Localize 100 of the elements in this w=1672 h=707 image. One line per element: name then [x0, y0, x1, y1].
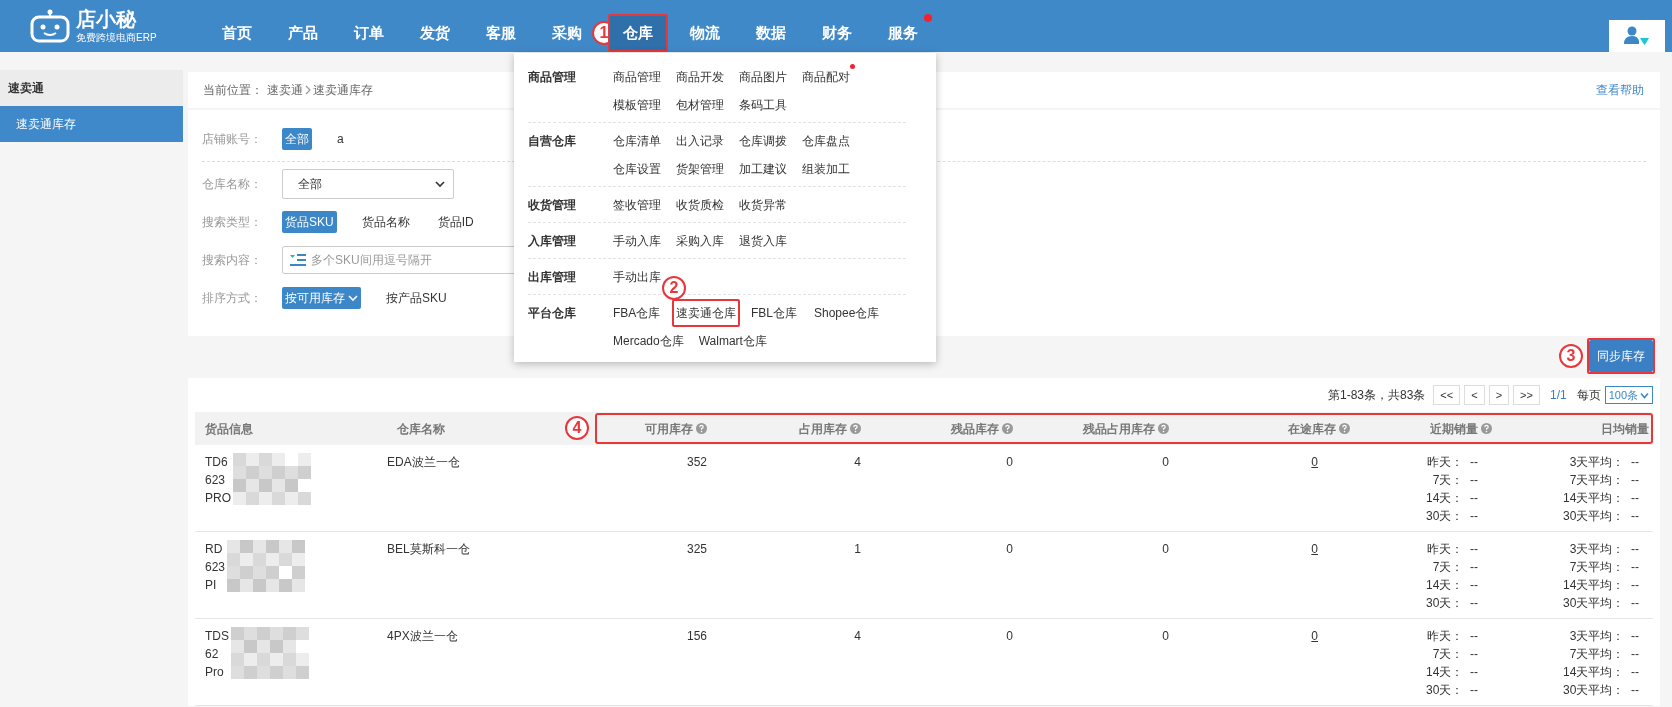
menu-item[interactable]: Mercado仓库 [611, 329, 686, 353]
menu-item[interactable]: 货架管理 [674, 157, 726, 181]
menu-item[interactable]: Shopee仓库 [812, 301, 882, 325]
sales-stat: 14天： -- [1425, 490, 1479, 507]
sales-stat: 14天平均： -- [1562, 577, 1640, 594]
sku-text: TDS [205, 628, 229, 645]
table-cell-text: 4 [853, 454, 861, 471]
filter-option[interactable]: 货品ID [434, 211, 477, 233]
menu-group-title: 自营仓库 [528, 133, 577, 150]
menu-item[interactable]: 采购入库 [674, 229, 726, 253]
warehouse-cell-text: EDA波兰一仓 [387, 454, 461, 471]
nav-tab[interactable]: 首页 [218, 14, 256, 52]
sku-text: RD [205, 541, 224, 558]
nav-tab[interactable]: 采购 [548, 14, 586, 52]
page-button[interactable]: << [1433, 384, 1461, 406]
nav-tab[interactable]: 仓库 [610, 16, 666, 50]
column-header: 货品信息 [205, 420, 253, 438]
menu-item[interactable]: Walmart仓库 [696, 329, 769, 353]
menu-item[interactable]: 签收管理 [611, 193, 663, 217]
nav-tab[interactable]: 数据 [752, 14, 790, 52]
sku-text: PI [205, 577, 218, 594]
menu-item[interactable]: 条码工具 [737, 93, 789, 117]
menu-item[interactable]: 加工建议 [737, 157, 789, 181]
filter-label: 店铺账号： [202, 131, 263, 148]
menu-item[interactable]: 仓库清单 [611, 129, 663, 153]
menu-item[interactable]: 仓库调拨 [737, 129, 789, 153]
in-transit-link[interactable]: 0 [1311, 455, 1350, 469]
filter-option[interactable]: 全部 [282, 128, 312, 150]
menu-group-title: 收货管理 [528, 197, 577, 214]
column-header: 残品占用库存 [1083, 420, 1155, 438]
menu-item[interactable]: 商品配对 [800, 65, 852, 89]
menu-item[interactable]: 商品开发 [674, 65, 726, 89]
menu-item[interactable]: 商品图片 [737, 65, 789, 89]
sales-stat: 14天： -- [1425, 577, 1479, 594]
menu-item[interactable]: 手动入库 [611, 229, 663, 253]
nav-tab[interactable]: 产品 [284, 14, 322, 52]
menu-item[interactable]: 仓库盘点 [800, 129, 852, 153]
nav-tab[interactable]: 订单 [350, 14, 388, 52]
nav-tab[interactable]: 客服 [482, 14, 520, 52]
menu-item[interactable]: 速卖通仓库 [674, 301, 738, 325]
sales-stat: 30天平均： -- [1562, 682, 1640, 699]
help-link[interactable]: 查看帮助 [1596, 81, 1644, 99]
filter-option[interactable]: 按产品SKU [383, 287, 450, 309]
menu-group-title: 出库管理 [528, 269, 577, 286]
sync-button[interactable]: 同步库存 [1589, 340, 1653, 372]
menu-item[interactable]: FBL仓库 [749, 301, 801, 325]
sales-stat: 7天平均： -- [1568, 559, 1640, 576]
table-cell-text: 156 [685, 628, 707, 645]
in-transit-link[interactable]: 0 [1311, 542, 1350, 556]
sales-stat: 7天： -- [1431, 559, 1479, 576]
sales-stat: 3天平均： -- [1568, 628, 1640, 645]
chevron-right-icon [303, 85, 313, 95]
page-button[interactable]: > [1488, 384, 1510, 406]
sku-text: 62 [205, 646, 220, 663]
menu-item[interactable]: 退货入库 [737, 229, 789, 253]
sales-stat: 7天平均： -- [1568, 472, 1640, 489]
nav-tab[interactable]: 物流 [686, 14, 724, 52]
table-cell-text: 1 [853, 541, 861, 558]
in-transit-link[interactable]: 0 [1311, 629, 1350, 643]
menu-item[interactable]: 手动出库 [611, 265, 663, 289]
sidebar-item[interactable]: 速卖通库存 [0, 106, 183, 142]
nav-tab[interactable]: 财务 [818, 14, 856, 52]
filter-option[interactable]: 按可用库存 [282, 287, 361, 309]
callout-number: 4 [565, 416, 589, 440]
chevron-down-icon [1640, 391, 1649, 399]
nav-tab[interactable]: 发货 [416, 14, 454, 52]
select-field[interactable]: 全部 [282, 169, 454, 199]
sku-text: PRO [205, 490, 231, 507]
table-cell-text: 0 [1161, 454, 1169, 471]
menu-item[interactable]: 模板管理 [611, 93, 663, 117]
filter-option[interactable]: a [334, 128, 347, 150]
menu-item[interactable]: 组装加工 [800, 157, 852, 181]
menu-item[interactable]: 出入记录 [674, 129, 726, 153]
column-header: 占用库存 [799, 420, 847, 438]
user-tab[interactable] [1609, 20, 1665, 52]
menu-group-title: 平台仓库 [528, 305, 577, 322]
warehouse-cell-text: BEL莫斯科一仓 [387, 541, 471, 558]
nav-tab[interactable]: 服务 [884, 14, 922, 52]
menu-group-title: 入库管理 [528, 233, 577, 250]
menu-item[interactable]: FBA仓库 [611, 301, 663, 325]
per-page-select[interactable]: 100条 [1604, 385, 1653, 405]
filter-label: 搜索内容： [202, 252, 263, 269]
page-button[interactable]: >> [1513, 384, 1540, 406]
per-page-label: 每页 [1576, 387, 1601, 404]
breadcrumb-item[interactable]: 速卖通 [267, 81, 303, 99]
table-cell-text: 4 [853, 628, 861, 645]
filter-option[interactable]: 货品名称 [358, 211, 413, 233]
filter-option[interactable]: 货品SKU [282, 211, 337, 233]
menu-item[interactable]: 仓库设置 [611, 157, 663, 181]
menu-item[interactable]: 商品管理 [611, 65, 663, 89]
sales-stat: 3天平均： -- [1568, 541, 1640, 558]
robot-logo-icon [30, 9, 70, 43]
page-button[interactable]: < [1464, 384, 1485, 406]
menu-item[interactable]: 包材管理 [674, 93, 726, 117]
table-cell-text: 0 [1005, 628, 1013, 645]
menu-item[interactable]: 收货异常 [737, 193, 789, 217]
menu-item[interactable]: 收货质检 [674, 193, 726, 217]
warehouse-cell-text: 4PX波兰一仓 [387, 628, 459, 645]
sidebar-heading: 速卖通 [0, 70, 183, 106]
sales-stat: 30天平均： -- [1562, 508, 1640, 525]
